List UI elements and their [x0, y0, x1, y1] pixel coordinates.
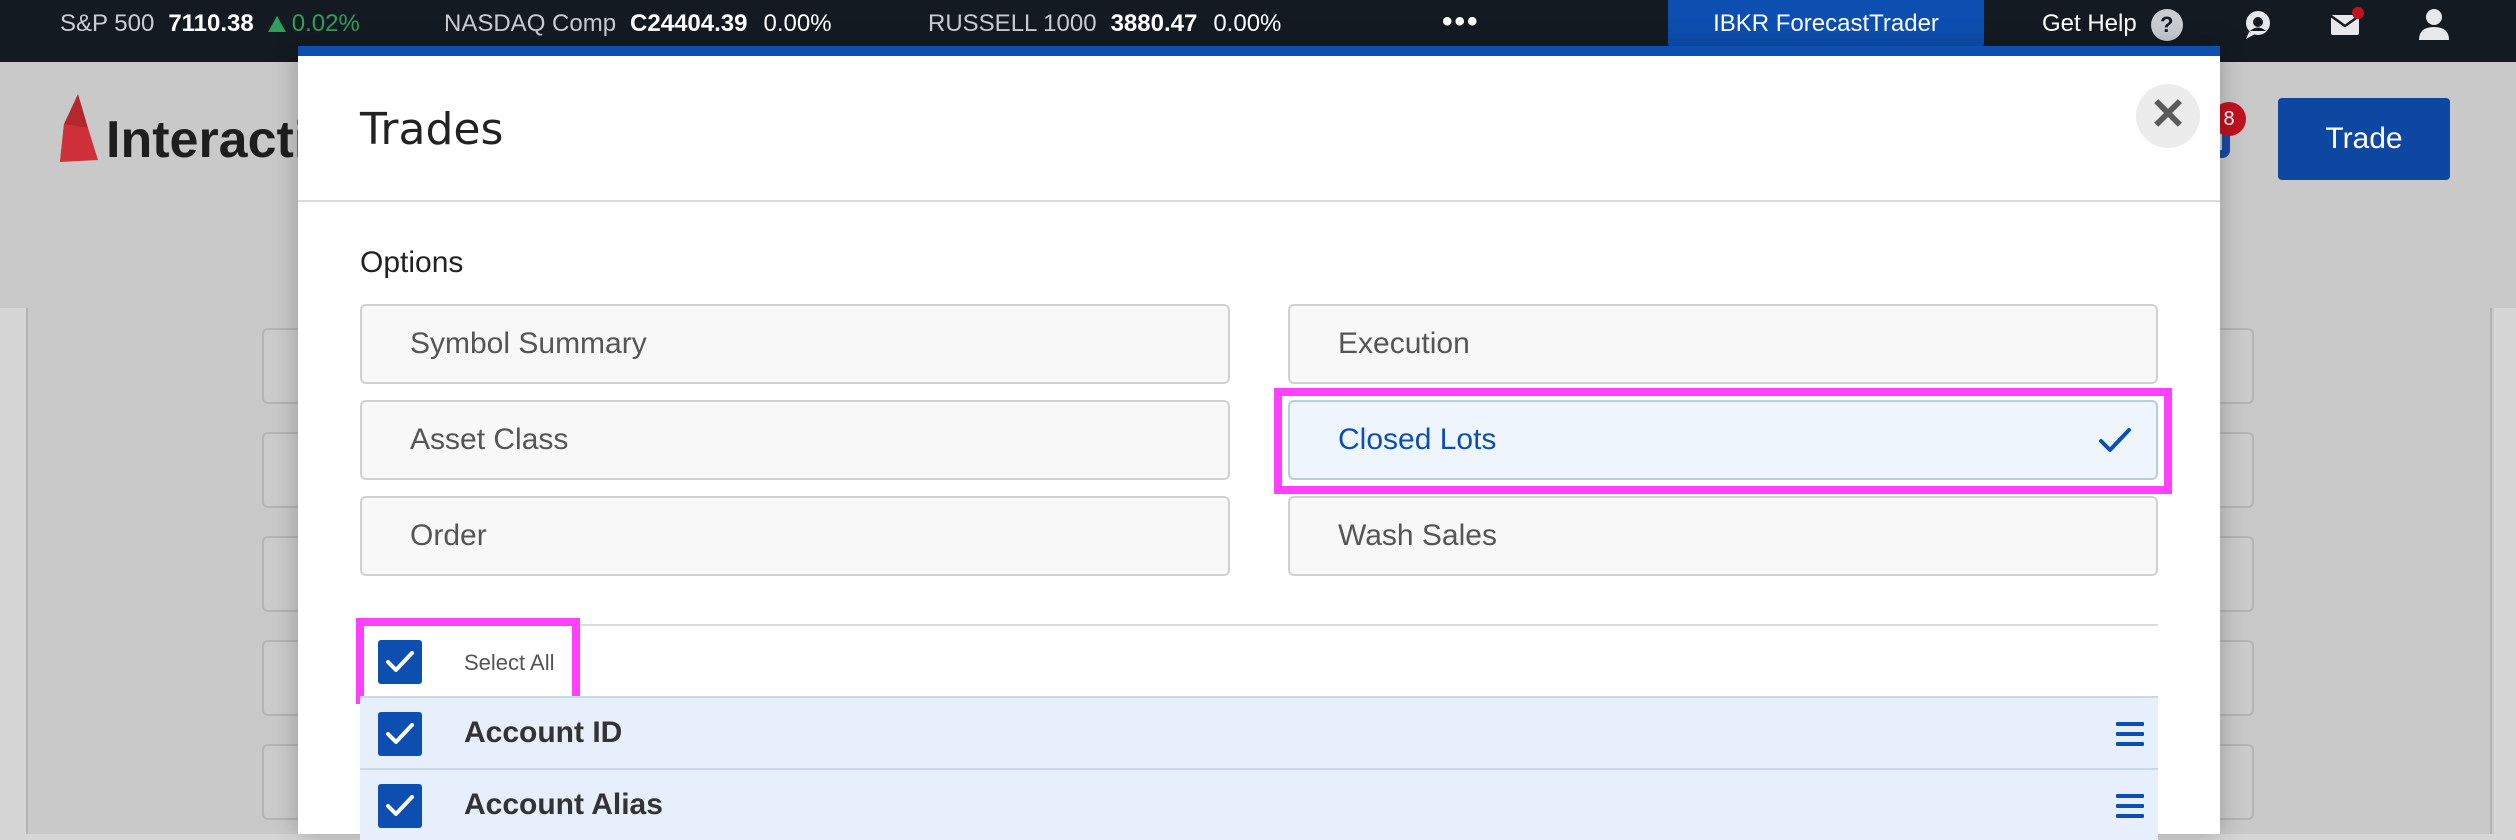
- option-label: Execution: [1338, 327, 1470, 360]
- modal-header-divider: [298, 200, 2220, 202]
- logo-icon: [60, 94, 98, 162]
- help-icon: ?: [2150, 8, 2183, 41]
- ticker-name: RUSSELL 1000: [928, 10, 1097, 37]
- mail-icon[interactable]: [2328, 6, 2364, 42]
- ticker-change: 0.00%: [763, 10, 832, 37]
- ticker-change: 0.02%: [291, 10, 360, 37]
- checkmark-icon: [386, 795, 414, 816]
- chat-icon[interactable]: [2240, 6, 2276, 42]
- ticker-value: 3880.47: [1110, 10, 1198, 37]
- background-divider: [26, 308, 28, 834]
- highlight-box: [356, 618, 580, 704]
- field-checkbox[interactable]: [378, 712, 422, 756]
- option-wash-sales[interactable]: Wash Sales: [1288, 496, 2158, 576]
- section-divider: [360, 624, 2158, 626]
- trade-button[interactable]: Trade: [2278, 98, 2450, 180]
- options-heading: Options: [360, 246, 464, 279]
- up-arrow-icon: [267, 16, 286, 32]
- option-label: Symbol Summary: [410, 327, 647, 360]
- field-row-account-alias[interactable]: Account Alias: [360, 768, 2158, 840]
- background-card: [2214, 432, 2254, 508]
- ticker-name: NASDAQ Comp: [444, 10, 617, 37]
- close-icon: ✕: [2149, 90, 2187, 139]
- field-label: Account ID: [464, 716, 623, 749]
- drag-handle-icon[interactable]: [2116, 794, 2144, 818]
- option-order[interactable]: Order: [360, 496, 1230, 576]
- background-card: [262, 536, 302, 612]
- background-card: [2214, 744, 2254, 820]
- ticker-name: S&P 500: [60, 10, 155, 37]
- background-divider: [2490, 308, 2492, 834]
- ticker-item-nasdaq[interactable]: NASDAQ Comp C24404.39 0.00%: [444, 0, 832, 48]
- forecast-trader-button[interactable]: IBKR ForecastTrader: [1668, 0, 1984, 48]
- field-label: Account Alias: [464, 788, 663, 821]
- ticker-change: 0.00%: [1213, 10, 1282, 37]
- background-card: [262, 328, 302, 404]
- background-card: [262, 744, 302, 820]
- checkmark-icon: [386, 723, 414, 744]
- background-card: [2214, 640, 2254, 716]
- ticker-value: 7110.38: [168, 10, 254, 37]
- user-icon[interactable]: [2416, 6, 2452, 42]
- option-label: Order: [410, 519, 487, 552]
- option-label: Wash Sales: [1338, 519, 1497, 552]
- close-button[interactable]: ✕: [2136, 84, 2200, 148]
- option-symbol-summary[interactable]: Symbol Summary: [360, 304, 1230, 384]
- option-execution[interactable]: Execution: [1288, 304, 2158, 384]
- get-help-label: Get Help: [2042, 10, 2137, 37]
- drag-handle-icon[interactable]: [2116, 722, 2144, 746]
- ticker-item-russell[interactable]: RUSSELL 1000 3880.47 0.00%: [928, 0, 1281, 48]
- field-row-account-id[interactable]: Account ID: [360, 696, 2158, 768]
- logo-text: Interacti: [106, 111, 309, 169]
- ticker-value: C24404.39: [630, 10, 748, 37]
- background-card: [262, 640, 302, 716]
- background-card: [2214, 328, 2254, 404]
- modal-title: Trades: [360, 104, 504, 155]
- trades-modal: Trades ✕ Options Symbol Summary Executio…: [298, 46, 2220, 840]
- more-tickers-button[interactable]: •••: [1442, 0, 1480, 48]
- option-asset-class[interactable]: Asset Class: [360, 400, 1230, 480]
- ticker-item-sp500[interactable]: S&P 500 7110.38 0.02%: [60, 0, 360, 48]
- background-card: [262, 432, 302, 508]
- field-checkbox[interactable]: [378, 784, 422, 828]
- highlight-box: [1274, 388, 2172, 494]
- background-card: [2214, 536, 2254, 612]
- option-label: Asset Class: [410, 423, 569, 456]
- get-help-button[interactable]: Get Help?: [2042, 0, 2183, 48]
